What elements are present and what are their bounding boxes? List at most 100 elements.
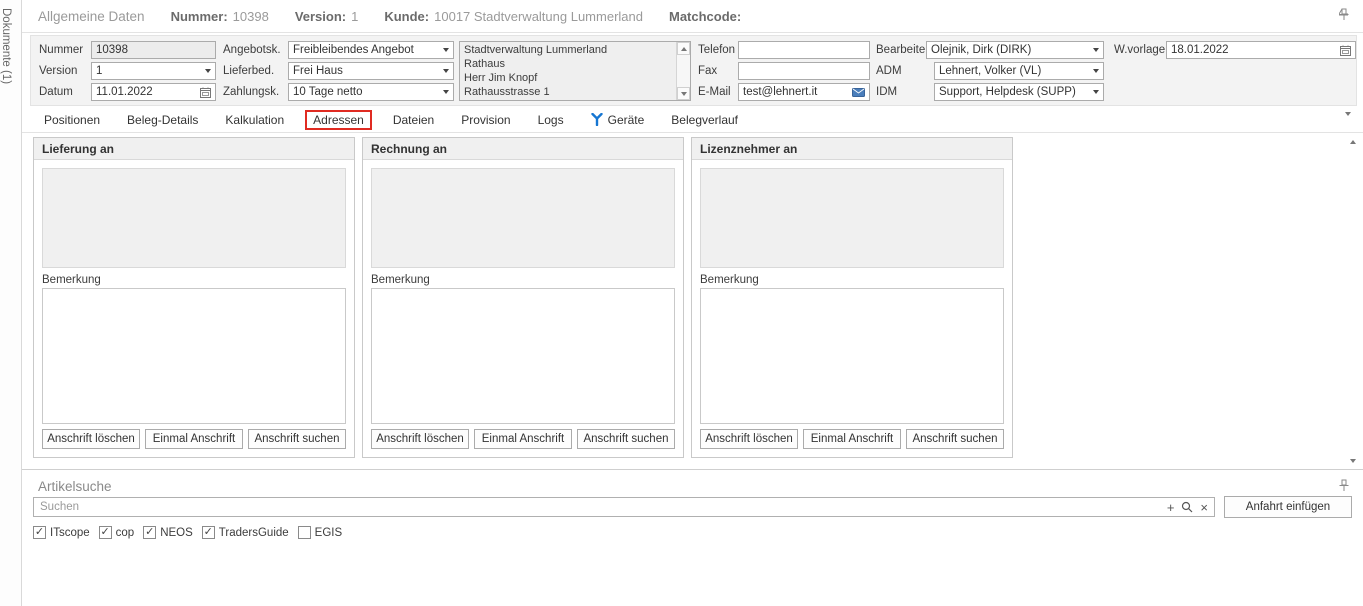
bemerkung-label: Bemerkung (42, 274, 346, 286)
checkbox-egis[interactable]: EGIS (298, 526, 342, 539)
anschrift-suchen-button[interactable]: Anschrift suchen (248, 429, 346, 449)
scroll-up-icon[interactable] (1345, 135, 1360, 148)
bearbeiter-label: Bearbeiter (876, 44, 929, 56)
tab-overflow-icon[interactable] (1345, 116, 1351, 134)
einmal-anschrift-button[interactable]: Einmal Anschrift (803, 429, 901, 449)
search-icon[interactable] (1181, 501, 1193, 513)
chevron-down-icon (1093, 48, 1099, 52)
version-dropdown[interactable]: 1 (91, 62, 216, 80)
version-label: Version (39, 65, 77, 77)
tab-geraete[interactable]: Geräte (585, 110, 651, 130)
address-panels: Lieferung an Bemerkung Anschrift löschen… (33, 137, 1013, 458)
einmal-anschrift-button[interactable]: Einmal Anschrift (474, 429, 572, 449)
document-tab-strip: Positionen Beleg-Details Kalkulation Adr… (22, 107, 1363, 133)
calendar-icon[interactable] (1340, 45, 1351, 56)
source-checkboxes: ✓ ITscope ✓ cop ✓ NEOS ✓ TradersGuide EG… (33, 526, 342, 539)
fax-input[interactable] (743, 65, 865, 77)
chevron-down-icon (443, 48, 449, 52)
lieferbed-dropdown[interactable]: Frei Haus (288, 62, 454, 80)
idm-label: IDM (876, 86, 897, 98)
address-scrollbar[interactable] (676, 42, 690, 100)
telefon-input[interactable] (743, 44, 865, 56)
panel-title: Lieferung an (34, 138, 354, 160)
customer-address-text: Stadtverwaltung Lummerland Rathaus Herr … (460, 42, 676, 100)
envelope-icon[interactable] (852, 88, 865, 97)
anschrift-suchen-button[interactable]: Anschrift suchen (906, 429, 1004, 449)
panel-title: Rechnung an (363, 138, 683, 160)
checkbox-tradersguide[interactable]: ✓ TradersGuide (202, 526, 289, 539)
panel-lizenznehmer-an: Lizenznehmer an Bemerkung Anschrift lösc… (691, 137, 1013, 458)
wvorlage-field[interactable]: 18.01.2022 (1166, 41, 1356, 59)
scroll-down-icon[interactable] (1345, 454, 1360, 467)
adm-label: ADM (876, 65, 902, 77)
address-display (371, 168, 675, 268)
general-data-header: Allgemeine Daten Nummer: 10398 Version: … (22, 0, 1363, 33)
header-matchcode: Matchcode: (669, 9, 746, 24)
dock-tab-dokumente[interactable]: Dokumente (1) (0, 0, 16, 84)
content-scrollbar[interactable] (1345, 135, 1360, 467)
checkbox-neos[interactable]: ✓ NEOS (143, 526, 193, 539)
tab-provision[interactable]: Provision (455, 110, 516, 130)
zahlungsk-dropdown[interactable]: 10 Tage netto (288, 83, 454, 101)
checkbox-box[interactable]: ✓ (99, 526, 112, 539)
einmal-anschrift-button[interactable]: Einmal Anschrift (145, 429, 243, 449)
scroll-down-icon[interactable] (677, 87, 690, 100)
artikelsuche-panel: Artikelsuche + × Anfahrt einfügen ✓ ITsc… (22, 470, 1363, 606)
adm-dropdown[interactable]: Lehnert, Volker (VL) (934, 62, 1104, 80)
panel-title: Lizenznehmer an (692, 138, 1012, 160)
bemerkung-label: Bemerkung (700, 274, 1004, 286)
checkbox-box[interactable]: ✓ (202, 526, 215, 539)
bemerkung-textarea[interactable] (700, 288, 1004, 424)
add-icon[interactable]: + (1167, 501, 1175, 514)
customer-address-box: Stadtverwaltung Lummerland Rathaus Herr … (459, 41, 691, 101)
tab-positionen[interactable]: Positionen (38, 110, 106, 130)
email-input[interactable] (743, 86, 852, 98)
telefon-label: Telefon (698, 44, 735, 56)
clear-icon[interactable]: × (1200, 501, 1208, 514)
checkbox-box[interactable]: ✓ (143, 526, 156, 539)
anschrift-loeschen-button[interactable]: Anschrift löschen (42, 429, 140, 449)
checkbox-box[interactable] (298, 526, 311, 539)
address-display (700, 168, 1004, 268)
checkbox-cop[interactable]: ✓ cop (99, 526, 135, 539)
anschrift-loeschen-button[interactable]: Anschrift löschen (700, 429, 798, 449)
telefon-field[interactable] (738, 41, 870, 59)
nummer-field[interactable]: 10398 (91, 41, 216, 59)
anschrift-suchen-button[interactable]: Anschrift suchen (577, 429, 675, 449)
anfahrt-einfuegen-button[interactable]: Anfahrt einfügen (1224, 496, 1352, 518)
article-search-input[interactable] (40, 501, 1167, 513)
scroll-up-icon[interactable] (677, 42, 690, 55)
calendar-icon[interactable] (200, 87, 211, 98)
tab-logs[interactable]: Logs (532, 110, 570, 130)
dock-strip: Dokumente (1) (0, 0, 22, 606)
tab-dateien[interactable]: Dateien (387, 110, 440, 130)
angebotsk-label: Angebotsk. (223, 44, 281, 56)
tab-beleg-details[interactable]: Beleg-Details (121, 110, 204, 130)
chevron-down-icon (205, 69, 211, 73)
email-field[interactable] (738, 83, 870, 101)
angebotsk-dropdown[interactable]: Freibleibendes Angebot (288, 41, 454, 59)
anschrift-loeschen-button[interactable]: Anschrift löschen (371, 429, 469, 449)
datum-field[interactable]: 11.01.2022 (91, 83, 216, 101)
bemerkung-textarea[interactable] (371, 288, 675, 424)
document-form: Nummer 10398 Version 1 Datum 11.01.2022 … (30, 35, 1357, 106)
chevron-down-icon (1093, 69, 1099, 73)
adressen-tab-content: Lieferung an Bemerkung Anschrift löschen… (22, 133, 1363, 470)
datum-label: Datum (39, 86, 73, 98)
tab-belegverlauf[interactable]: Belegverlauf (665, 110, 744, 130)
checkbox-itscope[interactable]: ✓ ITscope (33, 526, 90, 539)
chevron-down-icon (443, 90, 449, 94)
checkbox-box[interactable]: ✓ (33, 526, 46, 539)
idm-dropdown[interactable]: Support, Helpdesk (SUPP) (934, 83, 1104, 101)
header-version: Version: 1 (295, 9, 359, 24)
tab-adressen[interactable]: Adressen (305, 110, 372, 130)
pin-icon[interactable] (1339, 479, 1349, 497)
article-search-field[interactable]: + × (33, 497, 1215, 517)
pin-icon[interactable] (1339, 8, 1349, 26)
bearbeiter-dropdown[interactable]: Olejnik, Dirk (DIRK) (926, 41, 1104, 59)
tab-kalkulation[interactable]: Kalkulation (219, 110, 290, 130)
bemerkung-textarea[interactable] (42, 288, 346, 424)
app-window: Dokumente (1) Allgemeine Daten Nummer: 1… (0, 0, 1363, 606)
fax-field[interactable] (738, 62, 870, 80)
bemerkung-label: Bemerkung (371, 274, 675, 286)
